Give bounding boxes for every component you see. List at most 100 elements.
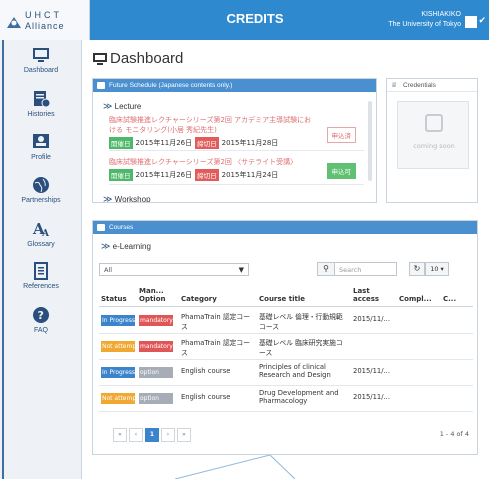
panel-title: Credentials <box>403 82 436 89</box>
table-row[interactable]: In Progress mandatory PhamaTrain 認定コース 基… <box>99 309 473 334</box>
sidebar-item-partnerships[interactable]: Partnerships <box>0 176 82 204</box>
section-label: Lecture <box>114 102 142 111</box>
user-name[interactable]: KISHIAKIKO <box>421 11 461 18</box>
sidebar: Dashboard Histories Profile Partnerships… <box>0 40 82 479</box>
sidebar-item-label: References <box>23 283 59 290</box>
course-title-link[interactable]: 基礎レベル 倫理・行動規範コース <box>259 311 349 331</box>
course-title-link[interactable]: Principles of clinical Research and Desi… <box>259 363 349 379</box>
column-header[interactable]: Last access <box>353 287 383 303</box>
table-row[interactable]: Not attempted option English course Drug… <box>99 387 473 412</box>
brand-line1: UHCT <box>25 10 62 20</box>
lecture-title-link[interactable]: 臨床試験推進レクチャーシリーズ第2回 アカデミア主導試験における モニタリング(… <box>109 115 314 135</box>
sidebar-item-label: FAQ <box>33 327 48 334</box>
category-cell: PhamaTrain 認定コース <box>181 313 251 331</box>
lecture-section-header[interactable]: ≫ Lecture <box>103 101 141 112</box>
sidebar-item-glossary[interactable]: AA Glossary <box>0 220 82 248</box>
chevron-down-icon: ≫ <box>103 194 113 203</box>
elearning-section-header[interactable]: ≫ e-Learning <box>101 241 151 252</box>
open-date: 2015年11月26日 <box>135 171 193 179</box>
option-badge: mandatory <box>139 341 173 352</box>
close-date-tag: 締切日 <box>195 137 219 149</box>
workshop-section-header[interactable]: ≫ Workshop <box>103 194 151 203</box>
coming-soon-text: coming soon <box>413 142 455 150</box>
brand-line2: Alliance <box>25 21 65 31</box>
sidebar-item-references[interactable]: References <box>0 262 82 290</box>
profile-card-icon <box>33 134 49 148</box>
sidebar-item-label: Dashboard <box>23 67 59 74</box>
panel-header: Courses <box>93 221 477 234</box>
sidebar-item-dashboard[interactable]: Dashboard <box>0 46 82 74</box>
option-badge: option <box>139 367 173 378</box>
question-icon: ? <box>33 307 49 323</box>
sidebar-item-label: Partnerships <box>21 197 61 204</box>
chevron-down-icon: ≫ <box>103 101 113 111</box>
decorative-shape <box>175 455 295 479</box>
course-title-link[interactable]: Drug Development and Pharmacology <box>259 389 349 405</box>
panel-title: Future Schedule (Japanese contents only.… <box>109 82 233 89</box>
status-badge: Not attempted <box>101 393 135 404</box>
next-page-button[interactable]: › <box>161 428 175 442</box>
sidebar-item-label: Profile <box>31 154 51 161</box>
sidebar-item-faq[interactable]: ? FAQ <box>0 306 82 334</box>
page-title: Dashboard <box>110 50 184 67</box>
apply-button[interactable]: 申込可 <box>326 163 356 179</box>
window-edge <box>2 40 4 479</box>
panel-header: Future Schedule (Japanese contents only.… <box>93 79 376 92</box>
alliance-logo-icon <box>7 17 21 28</box>
category-cell: English course <box>181 367 231 375</box>
prev-page-button[interactable]: ‹ <box>129 428 143 442</box>
applied-button[interactable]: 申込済 <box>326 127 356 143</box>
column-header[interactable]: Course title <box>259 295 305 303</box>
pagination-info: 1 - 4 of 4 <box>439 430 469 438</box>
table-row[interactable]: In Progress option English course Princi… <box>99 361 473 386</box>
column-header[interactable]: Compl... <box>399 295 432 303</box>
page-number-button[interactable]: 1 <box>145 428 159 442</box>
history-icon <box>34 91 51 108</box>
open-date: 2015年11月26日 <box>135 139 193 147</box>
column-header[interactable]: Status <box>101 295 127 303</box>
search-button[interactable]: ⚲ <box>317 262 335 276</box>
document-icon <box>34 262 48 280</box>
option-badge: option <box>139 393 173 404</box>
table-header: Status Man... Option Category Course tit… <box>99 283 473 307</box>
status-badge: Not attempted <box>101 341 135 352</box>
schedule-scrollbar[interactable] <box>368 101 372 181</box>
first-page-button[interactable]: « <box>113 428 127 442</box>
trophy-icon <box>425 114 443 132</box>
column-header[interactable]: C... <box>443 295 456 303</box>
course-title-link[interactable]: 基礎レベル 臨床研究実施コース <box>259 337 349 357</box>
open-date-tag: 開催日 <box>109 169 133 181</box>
glossary-icon: AA <box>32 220 50 238</box>
close-date-tag: 締切日 <box>195 169 219 181</box>
sidebar-item-histories[interactable]: Histories <box>0 90 82 118</box>
column-header[interactable]: Category <box>181 295 217 303</box>
section-label: Workshop <box>114 195 151 203</box>
chevron-check-icon[interactable]: ✔ <box>478 16 486 26</box>
close-date: 2015年11月24日 <box>221 171 279 179</box>
pagination: « ‹ 1 › » <box>113 428 193 442</box>
refresh-button[interactable]: ↻ <box>409 262 425 276</box>
search-input[interactable]: Search <box>335 262 397 276</box>
user-organization: The University of Tokyo <box>388 21 461 28</box>
sidebar-item-profile[interactable]: Profile <box>0 133 82 161</box>
page-size-select[interactable]: 10 ▾ <box>425 262 449 276</box>
table-row[interactable]: Not attempted mandatory PhamaTrain 認定コース… <box>99 335 473 360</box>
search-icon: ⚲ <box>323 264 329 273</box>
app-title: CREDITS <box>226 11 284 26</box>
calendar-icon <box>97 82 105 89</box>
last-access-cell: 2015/11/... <box>353 393 391 401</box>
user-avatar-icon[interactable] <box>465 16 477 28</box>
status-badge: In Progress <box>101 367 135 378</box>
trophy-icon: ♕ <box>391 82 398 89</box>
column-header[interactable]: Man... Option <box>139 287 175 303</box>
last-page-button[interactable]: » <box>177 428 191 442</box>
lecture-title-link[interactable]: 臨床試験推進レクチャーシリーズ第2回 〈サテライト受講〉 <box>109 157 314 167</box>
future-schedule-panel: Future Schedule (Japanese contents only.… <box>92 78 377 203</box>
brand-logo[interactable]: UHCT Alliance <box>0 0 90 40</box>
caret-down-icon: ▼ <box>238 266 244 274</box>
globe-icon <box>33 177 49 193</box>
courses-panel: Courses ≫ e-Learning All ▼ ⚲ Search ↻ 10… <box>92 220 478 455</box>
course-filter-select[interactable]: All ▼ <box>99 263 249 276</box>
page-size-value: 10 <box>430 265 439 273</box>
chevron-down-icon: ≫ <box>101 241 111 251</box>
